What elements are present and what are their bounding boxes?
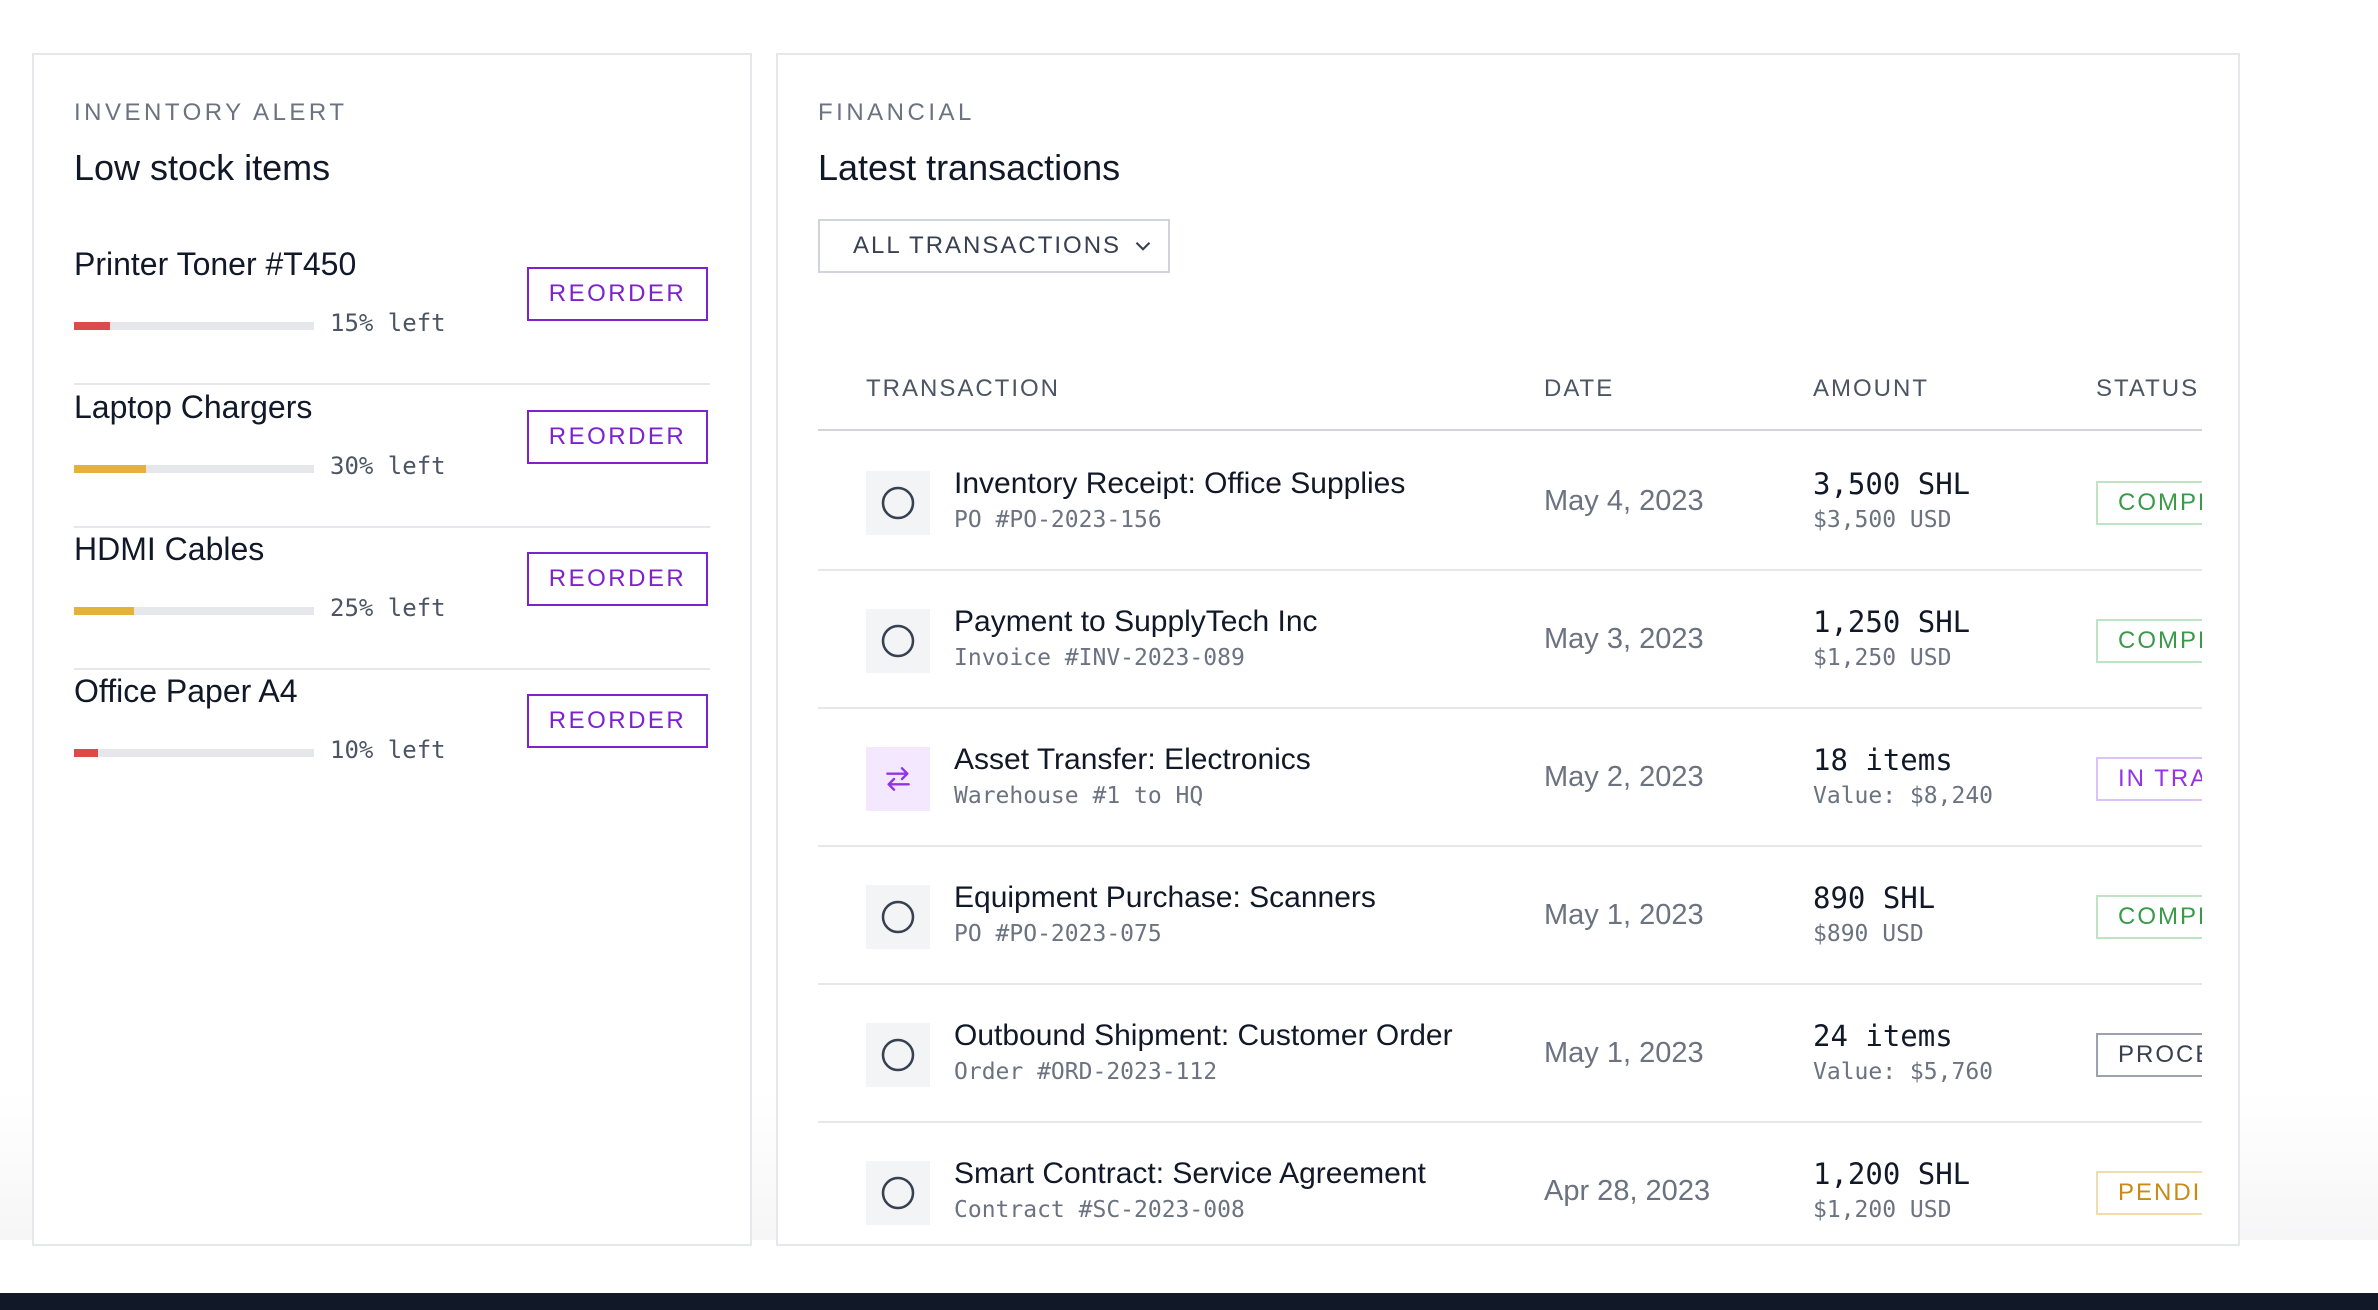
transaction-type-icon <box>866 885 930 949</box>
transaction-reference: Warehouse #1 to HQ <box>954 783 1204 809</box>
transaction-date: May 2, 2023 <box>1544 761 1704 793</box>
circle-icon <box>881 1176 915 1210</box>
stock-level-bar <box>74 465 314 473</box>
transaction-reference: Invoice #INV-2023-089 <box>954 645 1245 671</box>
transaction-reference: PO #PO-2023-075 <box>954 921 1162 947</box>
transaction-date: Apr 28, 2023 <box>1544 1175 1711 1207</box>
transaction-amount: 1,200 SHL <box>1813 1157 1971 1191</box>
transaction-amount-detail: $1,200 USD <box>1813 1197 1952 1223</box>
stock-level-bar <box>74 322 314 330</box>
status-badge: COMPLETED <box>2096 895 2202 939</box>
transaction-amount: 3,500 SHL <box>1813 467 1971 501</box>
status-badge: PENDING <box>2096 1171 2202 1215</box>
column-header-status[interactable]: STATUS <box>2096 375 2199 403</box>
transfer-arrows-icon <box>886 767 910 791</box>
stock-item-name: HDMI Cables <box>74 531 265 567</box>
transaction-type-icon <box>866 1161 930 1225</box>
status-badge: PROCESSING <box>2096 1033 2202 1077</box>
table-header: TRANSACTION DATE AMOUNT STATUS <box>818 325 2202 431</box>
transaction-title: Inventory Receipt: Office Supplies <box>954 467 1406 500</box>
stock-level-fill <box>74 749 98 757</box>
transaction-date: May 1, 2023 <box>1544 899 1704 931</box>
transaction-amount: 1,250 SHL <box>1813 605 1971 639</box>
transactions-table: TRANSACTION DATE AMOUNT STATUS Inventory… <box>818 325 2202 1235</box>
transaction-title: Equipment Purchase: Scanners <box>954 881 1376 914</box>
status-badge: COMPLETED <box>2096 481 2202 525</box>
stock-level-bar <box>74 607 314 615</box>
status-badge: IN TRANSIT <box>2096 757 2202 801</box>
reorder-button[interactable]: REORDER <box>527 552 708 606</box>
financial-eyebrow: FINANCIAL <box>818 99 975 126</box>
stock-item-name: Office Paper A4 <box>74 673 298 709</box>
transaction-title: Asset Transfer: Electronics <box>954 743 1311 776</box>
stock-level-fill <box>74 607 134 615</box>
financial-title: Latest transactions <box>818 147 1121 188</box>
transaction-date: May 3, 2023 <box>1544 623 1704 655</box>
table-row[interactable]: Outbound Shipment: Customer Order Order … <box>818 985 2202 1123</box>
reorder-button[interactable]: REORDER <box>527 694 708 748</box>
stock-item-name: Printer Toner #T450 <box>74 246 357 282</box>
stock-item: HDMI Cables 25% left REORDER <box>74 528 710 670</box>
transaction-amount-detail: Value: $5,760 <box>1813 1059 1994 1085</box>
transaction-title: Payment to SupplyTech Inc <box>954 605 1318 638</box>
stock-item: Printer Toner #T450 15% left REORDER <box>74 243 710 385</box>
transaction-amount: 890 SHL <box>1813 881 1936 915</box>
transaction-filter-select[interactable]: ALL TRANSACTIONS <box>818 219 1170 273</box>
stock-item: Office Paper A4 10% left REORDER <box>74 670 710 812</box>
circle-icon <box>881 486 915 520</box>
table-row[interactable]: Smart Contract: Service Agreement Contra… <box>818 1123 2202 1235</box>
reorder-button[interactable]: REORDER <box>527 410 708 464</box>
chevron-down-icon <box>1135 241 1151 251</box>
table-row[interactable]: Equipment Purchase: Scanners PO #PO-2023… <box>818 847 2202 985</box>
column-header-date[interactable]: DATE <box>1544 375 1614 403</box>
inventory-alert-card: INVENTORY ALERT Low stock items Printer … <box>32 53 752 1246</box>
transaction-amount: 24 items <box>1813 1019 1953 1053</box>
transaction-type-icon <box>866 747 930 811</box>
transaction-amount: 18 items <box>1813 743 1953 777</box>
transaction-type-icon <box>866 471 930 535</box>
circle-icon <box>881 624 915 658</box>
transaction-type-icon <box>866 1023 930 1087</box>
bottom-bar <box>0 1293 2378 1310</box>
inventory-title: Low stock items <box>74 147 331 188</box>
reorder-button[interactable]: REORDER <box>527 267 708 321</box>
stock-level-bar <box>74 749 314 757</box>
transaction-type-icon <box>866 609 930 673</box>
financial-card: FINANCIAL Latest transactions ALL TRANSA… <box>776 53 2240 1246</box>
column-header-transaction[interactable]: TRANSACTION <box>866 375 1060 403</box>
table-row[interactable]: Inventory Receipt: Office Supplies PO #P… <box>818 433 2202 571</box>
table-row[interactable]: Payment to SupplyTech Inc Invoice #INV-2… <box>818 571 2202 709</box>
transaction-reference: Contract #SC-2023-008 <box>954 1197 1245 1223</box>
stock-level-fill <box>74 465 146 473</box>
transaction-amount-detail: $3,500 USD <box>1813 507 1952 533</box>
inventory-eyebrow: INVENTORY ALERT <box>74 99 348 126</box>
transaction-title: Smart Contract: Service Agreement <box>954 1157 1426 1190</box>
transaction-date: May 1, 2023 <box>1544 1037 1704 1069</box>
circle-icon <box>881 1038 915 1072</box>
transaction-date: May 4, 2023 <box>1544 485 1704 517</box>
stock-item-name: Laptop Chargers <box>74 389 313 425</box>
stock-percent-label: 10% left <box>330 736 446 764</box>
filter-selected-label: ALL TRANSACTIONS <box>853 232 1122 259</box>
transaction-amount-detail: Value: $8,240 <box>1813 783 1994 809</box>
transaction-reference: Order #ORD-2023-112 <box>954 1059 1218 1085</box>
transaction-title: Outbound Shipment: Customer Order <box>954 1019 1453 1052</box>
column-header-amount[interactable]: AMOUNT <box>1813 375 1929 403</box>
stock-item: Laptop Chargers 30% left REORDER <box>74 386 710 528</box>
status-badge: COMPLETED <box>2096 619 2202 663</box>
transaction-reference: PO #PO-2023-156 <box>954 507 1162 533</box>
table-row[interactable]: Asset Transfer: Electronics Warehouse #1… <box>818 709 2202 847</box>
stock-percent-label: 15% left <box>330 309 446 337</box>
transaction-amount-detail: $1,250 USD <box>1813 645 1952 671</box>
circle-icon <box>881 900 915 934</box>
stock-level-fill <box>74 322 110 330</box>
stock-percent-label: 30% left <box>330 452 446 480</box>
transaction-amount-detail: $890 USD <box>1813 921 1924 947</box>
stock-percent-label: 25% left <box>330 594 446 622</box>
